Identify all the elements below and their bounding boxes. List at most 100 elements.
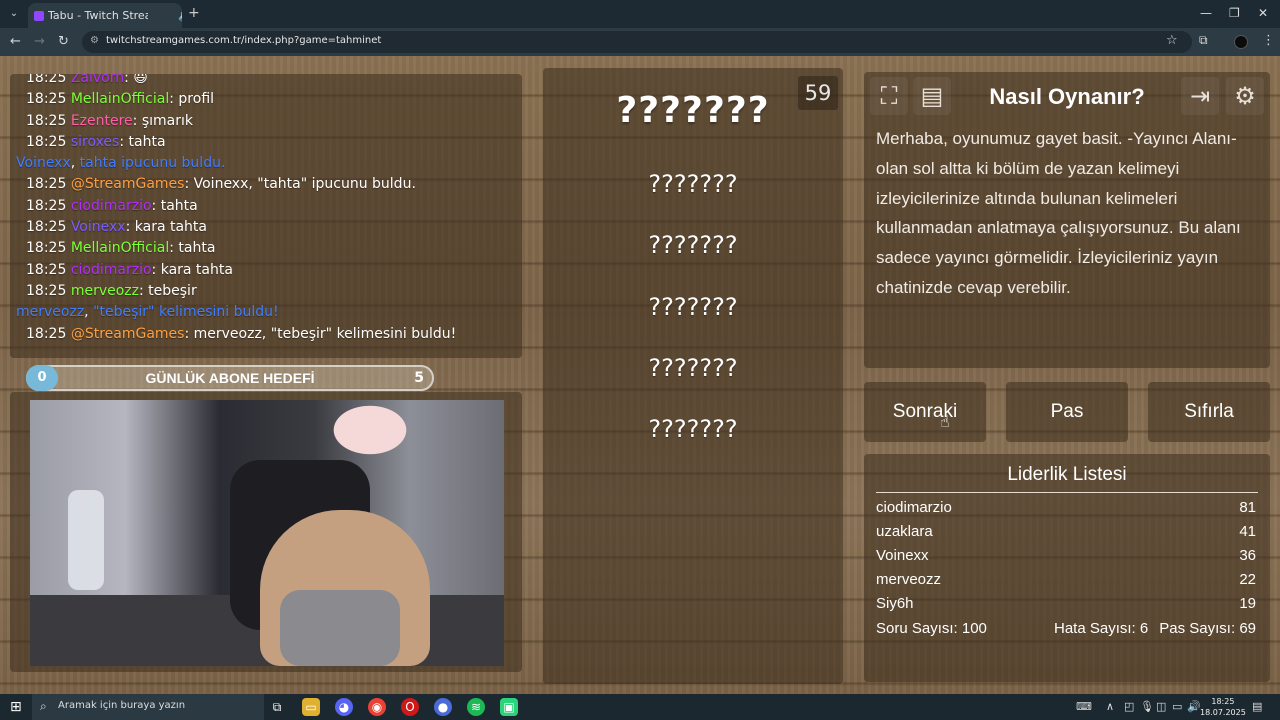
settings-gear-icon[interactable]: ⚙ [1226,77,1264,115]
microphone-icon[interactable]: 🎙 [1140,700,1154,713]
leaderboard-row: merveozz 22 [876,571,1258,595]
chat-time: 18:25 [26,219,67,236]
network-icon[interactable]: ▭ [1172,700,1182,713]
back-icon[interactable]: ← [10,34,21,49]
chat-username: Ezentere [70,112,133,129]
close-window-icon[interactable]: ✕ [1258,6,1268,20]
opera-icon[interactable]: O [401,698,419,716]
goal-end-value: 5 [414,370,424,386]
windows-start-icon[interactable]: ⊞ [10,699,22,715]
taboo-word: ??????? [648,231,738,259]
app-green-icon[interactable]: ▣ [500,698,518,716]
browser-menu-icon[interactable]: ⋮ [1262,33,1275,48]
leaderboard-name: uzaklara [876,523,933,540]
clock[interactable]: 18:25 18.07.2025 [1200,696,1246,718]
goal-label: GÜNLÜK ABONE HEDEFİ [145,370,315,386]
leaderboard-score: 81 [1239,499,1256,516]
profile-avatar[interactable] [1234,35,1248,49]
chat-username: MellainOfficial [70,91,170,108]
keyboard-icon[interactable]: ⌨ [1076,700,1092,713]
chat-username: merveozz [70,282,139,299]
taskbar-search[interactable]: ⌕ Aramak için buraya yazın [32,694,264,720]
chat-text: şımarık [141,112,193,129]
taboo-word: ??????? [648,354,738,382]
chat-time: 18:25 [26,197,67,214]
main-word: ??????? [616,90,770,131]
taskbar: ⊞ ⌕ Aramak için buraya yazın ⧉ ▭ ◕ ◉ O ●… [0,694,1280,720]
pass-button[interactable]: Pas [1006,382,1128,442]
url-field[interactable]: ⚙ twitchstreamgames.com.tr/index.php?gam… [82,31,1192,53]
bookmark-star-icon[interactable]: ☆ [1166,33,1178,48]
leaderboard-title: Liderlik Listesi [876,464,1258,493]
spotify-icon[interactable]: ≋ [467,698,485,716]
chrome-icon[interactable]: ◉ [368,698,386,716]
chat-time: 18:25 [26,133,67,150]
mouse-cursor-icon: ☝ [940,412,950,431]
browser-tab-bar: ⌄ Tabu - Twitch Stream Game 🔈 ✕ + — ❐ ✕ [0,0,1280,28]
chat-message: 18:25 siroxes: tahta [26,133,166,150]
howto-text: Merhaba, oyunumuz gayet basit. -Yayıncı … [876,129,1241,297]
leaderboard-score: 22 [1239,571,1256,588]
forward-icon[interactable]: → [34,34,45,49]
leaderboard-name: Siy6h [876,595,914,612]
chat-time: 18:25 [26,240,67,257]
leaderboard-name: ciodimarzio [876,499,952,516]
chat-username: siroxes [70,133,120,150]
reload-icon[interactable]: ↻ [58,34,69,49]
address-bar-row: ← → ↻ ⚙ twitchstreamgames.com.tr/index.p… [0,28,1280,56]
leaderboard-row: uzaklara 41 [876,523,1258,547]
tray-chevron-icon[interactable]: ∧ [1106,700,1114,713]
leaderboard-row: Voinexx 36 [876,547,1258,571]
notifications-icon[interactable]: ▤ [1252,700,1262,713]
chat-text: kara tahta [134,219,207,236]
leaderboard-name: merveozz [876,571,942,588]
rules-document-icon[interactable]: ▤ [913,77,951,115]
chat-username: MellainOfficial [70,240,170,257]
exit-icon[interactable]: ⇥ [1181,77,1219,115]
volume-icon[interactable]: 🔊 [1187,700,1201,713]
minimize-icon[interactable]: — [1200,6,1212,20]
chat-time: 18:25 [26,282,67,299]
restore-icon[interactable]: ❐ [1229,6,1240,20]
task-view-icon[interactable]: ⧉ [268,698,286,716]
chat-message: 18:25 MellainOfficial: profil [26,91,215,108]
discord-icon[interactable]: ◕ [335,698,353,716]
site-info-icon[interactable]: ⚙ [90,35,99,46]
speaker-icon[interactable]: 🔈 [178,9,182,22]
sub-goal-bar: 0 GÜNLÜK ABONE HEDEFİ 5 [26,365,434,391]
twitch-favicon-icon [34,11,44,21]
chat-text: profil [178,91,215,108]
chat-message: 18:25 @StreamGames: merveozz, "tebeşir" … [26,325,457,342]
chat-message: Voinexx, tahta ipucunu buldu. [16,155,226,172]
chat-time: 18:25 [26,261,67,278]
game-page: 18:25 Zalvorn: 😃 18:25 MellainOfficial: p… [0,56,1280,694]
chat-message: 18:25 MellainOfficial: tahta [26,240,216,257]
browser-tab[interactable]: Tabu - Twitch Stream Game 🔈 ✕ [28,3,182,28]
leaderboard-row: Siy6h 19 [876,595,1258,619]
chat-message: 18:25 ciodimarzio: tahta [26,197,198,214]
tab-search-dropdown-icon[interactable]: ⌄ [4,4,24,24]
leaderboard-score: 41 [1239,523,1256,540]
app-icon[interactable]: ● [434,698,452,716]
chat-text: Voinexx, "tahta" ipucunu buldu. [193,176,416,193]
pass-count: Pas Sayısı: 69 [1159,620,1256,637]
chat-text: tahta [178,240,216,257]
next-button[interactable]: Sonraki [864,382,986,442]
chat-text: kara tahta [160,261,233,278]
url-text: twitchstreamgames.com.tr/index.php?game=… [106,35,382,46]
chat-username: Zalvorn [70,74,125,86]
chat-username: @StreamGames [70,176,185,193]
leaderboard-row: ciodimarzio 81 [876,499,1258,523]
extensions-icon[interactable]: ⧉ [1199,33,1208,48]
tray-app2-icon[interactable]: ◫ [1156,700,1166,713]
chat-text: merveozz, "tebeşir" kelimesini buldu! [193,325,457,342]
fullscreen-icon[interactable]: ⛶ [870,77,908,115]
file-explorer-icon[interactable]: ▭ [302,698,320,716]
tray-app-icon[interactable]: ◰ [1124,700,1134,713]
question-count: Soru Sayısı: 100 [876,620,987,637]
error-count: Hata Sayısı: 6 [1054,620,1149,637]
new-tab-icon[interactable]: + [188,5,200,21]
reset-button[interactable]: Sıfırla [1148,382,1270,442]
chat-message: 18:25 Voinexx: kara tahta [26,219,207,236]
chat-time: 18:25 [26,325,67,342]
